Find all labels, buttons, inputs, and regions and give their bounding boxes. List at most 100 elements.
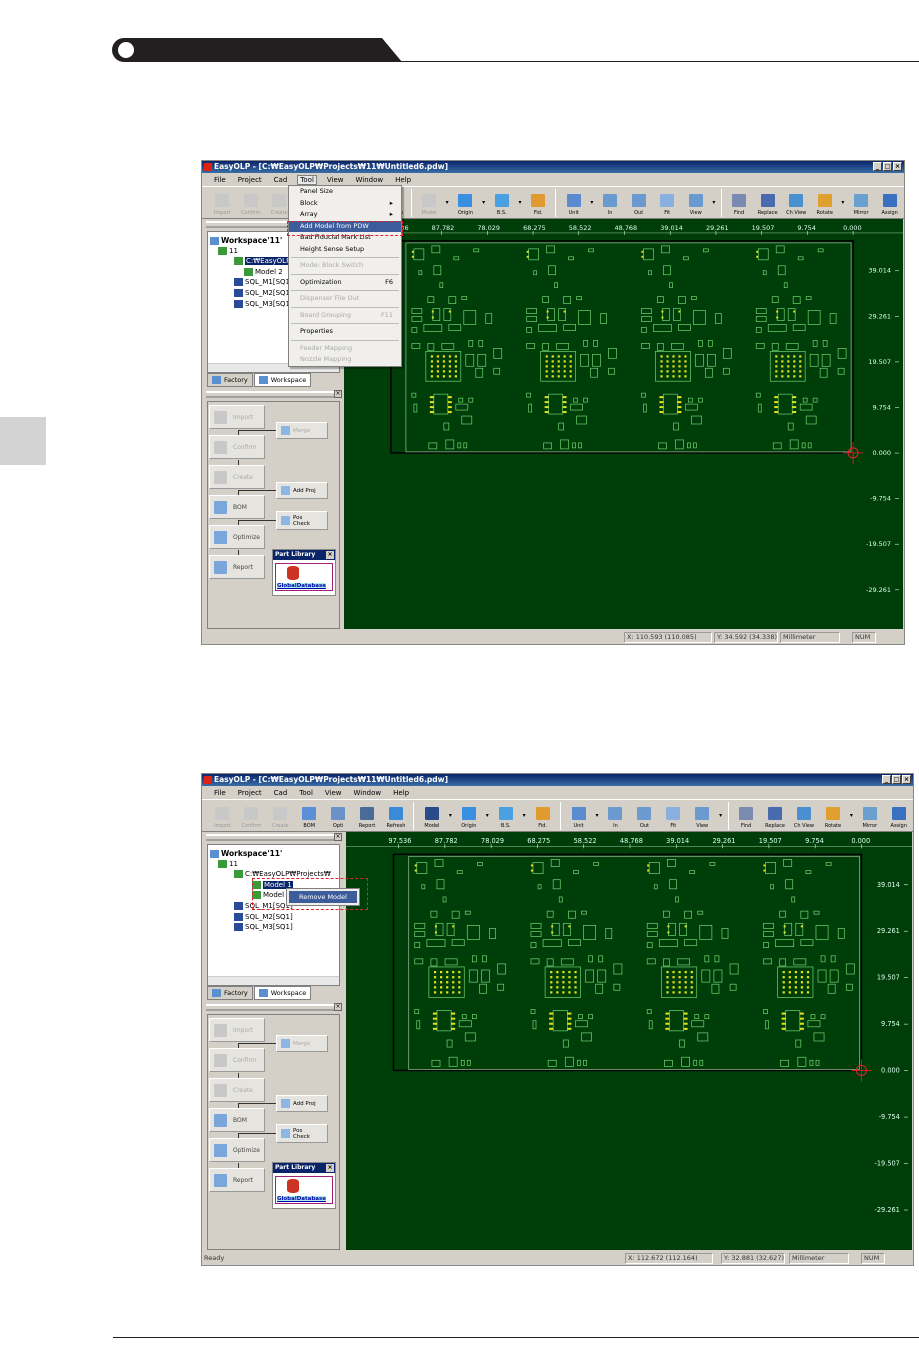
tree-node[interactable]: C:₩EasyOLP₩Projects₩ (234, 870, 331, 879)
panel-close-icon[interactable]: × (334, 1003, 342, 1011)
close-button[interactable]: × (893, 162, 902, 171)
toolbar-fit-button[interactable]: Fit (659, 801, 688, 831)
menu-item-mode-block-switch[interactable]: Mode: Block Switch (289, 260, 401, 272)
pos-check-button[interactable]: Pos Check (276, 511, 328, 530)
global-database-item[interactable]: GlobalDatabase (275, 563, 333, 591)
toolbar-replace-button[interactable]: Replace (761, 801, 790, 831)
toolbar-b-s-button[interactable]: B.S. (488, 188, 517, 218)
menu-view[interactable]: View (325, 176, 346, 184)
dropdown-arrow-icon[interactable]: ▾ (516, 199, 524, 206)
optimize-button[interactable]: Optimize (209, 525, 265, 549)
dropdown-arrow-icon[interactable]: ▾ (839, 199, 847, 206)
minimize-button[interactable]: _ (882, 775, 891, 784)
toolbar-import-button[interactable]: Import (208, 801, 237, 831)
dropdown-arrow-icon[interactable]: ▾ (593, 812, 601, 819)
toolbar-create-button[interactable]: Create (266, 801, 295, 831)
close-icon[interactable]: × (326, 1164, 334, 1172)
menu-item-nozzle-mapping[interactable]: Nozzle Mapping (289, 354, 401, 366)
toolbar-ch-view-button[interactable]: Ch View (790, 801, 819, 831)
toolbar-unit-button[interactable]: Unit (564, 801, 593, 831)
menu-window[interactable]: Window (354, 176, 386, 184)
tab-factory[interactable]: Factory (207, 986, 253, 1000)
menu-help[interactable]: Help (391, 789, 411, 797)
maximize-button[interactable]: □ (892, 775, 901, 784)
create-button[interactable]: Create (209, 465, 265, 489)
menu-tool[interactable]: Tool (297, 789, 315, 797)
tab-workspace[interactable]: Workspace (253, 373, 312, 387)
menu-view[interactable]: View (323, 789, 344, 797)
panel-close-icon[interactable]: × (334, 390, 342, 398)
tab-factory[interactable]: Factory (207, 373, 253, 387)
toolbar-report-button[interactable]: Report (353, 801, 382, 831)
toolbar-rotate-button[interactable]: Rotate (818, 801, 847, 831)
confirm-button[interactable]: Confirm (209, 1048, 265, 1072)
report-button[interactable]: Report (209, 1168, 265, 1192)
optimize-button[interactable]: Optimize (209, 1138, 265, 1162)
menu-item-height-sense-setup[interactable]: Height Sense Setup (289, 244, 401, 256)
toolbar-fit-button[interactable]: Fit (653, 188, 682, 218)
toolbar-out-button[interactable]: Out (630, 801, 659, 831)
tree-node[interactable]: Workspace'11' (210, 849, 282, 858)
panel-grip[interactable] (206, 834, 339, 841)
toolbar-unit-button[interactable]: Unit (559, 188, 588, 218)
menu-file[interactable]: File (212, 176, 228, 184)
tree-node[interactable]: SQL_M2[SQ1] (234, 912, 293, 921)
menu-project[interactable]: Project (236, 176, 264, 184)
confirm-button[interactable]: Confirm (209, 435, 265, 459)
bom-button[interactable]: BOM (209, 495, 265, 519)
tree-node[interactable]: Workspace'11' (210, 236, 282, 245)
toolbar-confirm-button[interactable]: Confirm (237, 801, 266, 831)
toolbar-assign-button[interactable]: Assign (875, 188, 904, 218)
dropdown-arrow-icon[interactable]: ▾ (483, 812, 491, 819)
dropdown-arrow-icon[interactable]: ▾ (443, 199, 451, 206)
tree-node[interactable]: Model 2 (244, 267, 283, 276)
tree-node[interactable]: 11 (218, 246, 238, 255)
panel-grip[interactable] (206, 1004, 339, 1011)
toolbar-origin-button[interactable]: Origin (454, 801, 483, 831)
menu-project[interactable]: Project (236, 789, 264, 797)
menu-help[interactable]: Help (393, 176, 413, 184)
merge-button[interactable]: Merge (276, 422, 328, 439)
close-button[interactable]: × (902, 775, 911, 784)
dropdown-arrow-icon[interactable]: ▾ (588, 199, 596, 206)
pcb-canvas[interactable]: 97.53687.78278.02968.27558.52248.76839.0… (346, 832, 912, 1250)
toolbar-mirror-button[interactable]: Mirror (855, 801, 884, 831)
panel-grip[interactable] (206, 391, 339, 398)
add-proj-button[interactable]: Add Proj (276, 1095, 328, 1112)
minimize-button[interactable]: _ (873, 162, 882, 171)
menu-item-optimization[interactable]: Optimization F6 (289, 277, 401, 289)
toolbar-in-button[interactable]: In (596, 188, 625, 218)
toolbar-out-button[interactable]: Out (624, 188, 653, 218)
toolbar-opti-button[interactable]: Opti (324, 801, 353, 831)
tree-node[interactable]: 11 (218, 859, 238, 868)
maximize-button[interactable]: □ (883, 162, 892, 171)
dropdown-arrow-icon[interactable]: ▾ (446, 812, 454, 819)
toolbar-import-button[interactable]: Import (208, 188, 237, 218)
menu-tool[interactable]: Tool (297, 174, 317, 185)
menu-item-feeder-mapping[interactable]: Feeder Mapping (289, 343, 401, 355)
toolbar-find-button[interactable]: Find (732, 801, 761, 831)
toolbar-assign-button[interactable]: Assign (884, 801, 913, 831)
remove-model-menu-item[interactable]: Remove Model (289, 891, 357, 903)
dropdown-arrow-icon[interactable]: ▾ (717, 812, 725, 819)
toolbar-mirror-button[interactable]: Mirror (847, 188, 876, 218)
menu-item-dispenser-file-out[interactable]: Dispenser File Out (289, 293, 401, 305)
toolbar-find-button[interactable]: Find (725, 188, 754, 218)
add-proj-button[interactable]: Add Proj (276, 482, 328, 499)
dropdown-arrow-icon[interactable]: ▾ (520, 812, 528, 819)
toolbar-refresh-button[interactable]: Refresh (382, 801, 411, 831)
report-button[interactable]: Report (209, 555, 265, 579)
tree-horizontal-scrollbar[interactable] (208, 976, 339, 985)
menu-item-properties[interactable]: Properties (289, 326, 401, 338)
global-database-item[interactable]: GlobalDatabase (275, 1176, 333, 1204)
tree-node[interactable]: SQL_M2[SQ1] (234, 289, 293, 297)
dropdown-arrow-icon[interactable]: ▾ (480, 199, 488, 206)
menu-item-panel-size[interactable]: Panel Size (289, 186, 401, 198)
import-button[interactable]: Import (209, 405, 265, 429)
tab-workspace[interactable]: Workspace (253, 986, 312, 1000)
pcb-canvas[interactable]: 97.53687.78278.02968.27558.52248.76839.0… (344, 219, 903, 629)
bom-button[interactable]: BOM (209, 1108, 265, 1132)
tree-node[interactable]: SQL_M3[SQ1] (234, 299, 293, 308)
menu-item-block[interactable]: Block ▸ (289, 198, 401, 210)
toolbar-replace-button[interactable]: Replace (753, 188, 782, 218)
